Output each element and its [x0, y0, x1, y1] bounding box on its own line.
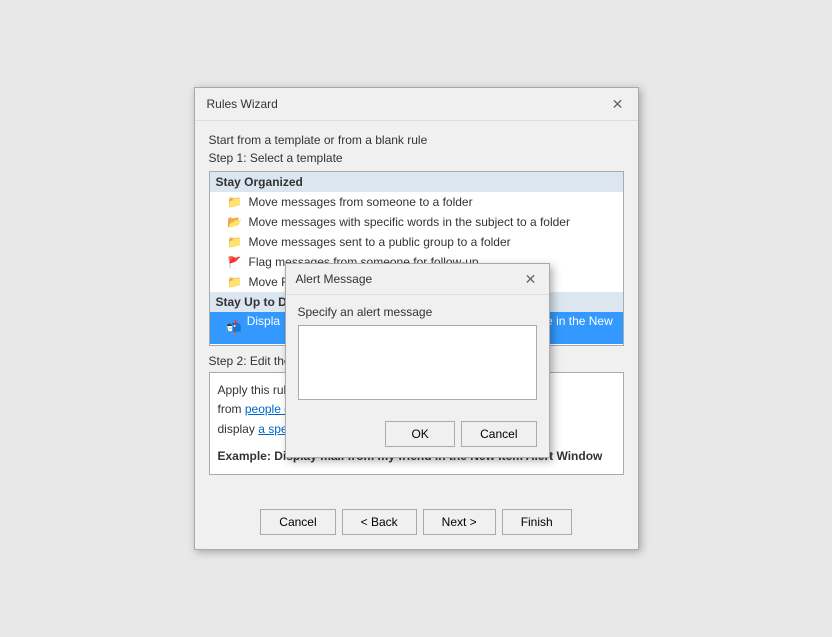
dialog-ok-button[interactable]: OK — [385, 421, 455, 447]
dialog-title: Alert Message — [296, 272, 373, 286]
dialog-label: Specify an alert message — [298, 305, 537, 319]
dialog-close-button[interactable]: ✕ — [523, 271, 539, 287]
dialog-cancel-button[interactable]: Cancel — [461, 421, 536, 447]
dialog-buttons: OK Cancel — [286, 413, 549, 457]
rules-wizard-window: Rules Wizard ✕ Start from a template or … — [194, 87, 639, 550]
alert-message-textarea[interactable] — [298, 325, 537, 400]
dialog-body: Specify an alert message — [286, 295, 549, 413]
dialog-overlay: Alert Message ✕ Specify an alert message… — [195, 88, 638, 549]
alert-message-dialog: Alert Message ✕ Specify an alert message… — [285, 263, 550, 458]
dialog-titlebar: Alert Message ✕ — [286, 264, 549, 295]
